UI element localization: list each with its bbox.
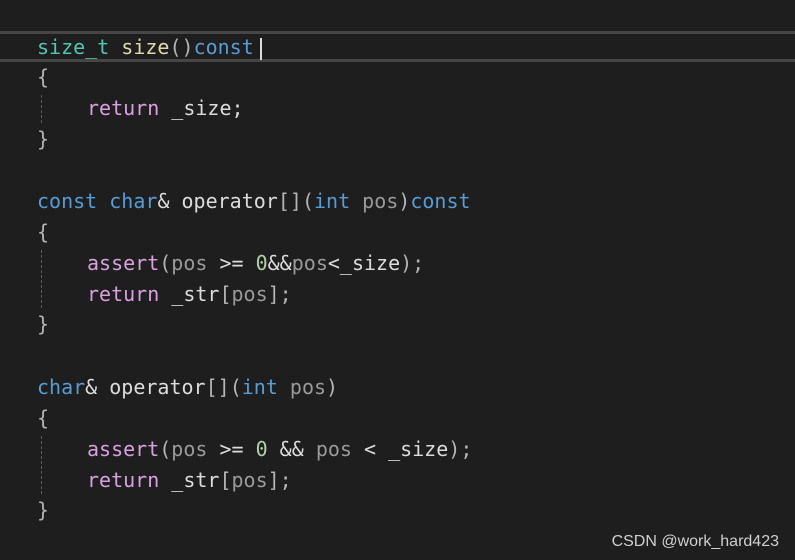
text-cursor [259,37,262,60]
code-line-8[interactable]: assert(pos >= 0&&pos<_size); [37,248,424,279]
code-line-2[interactable]: { [37,62,49,93]
code-line-3[interactable]: return _size; [37,93,244,124]
code-line-7[interactable]: { [37,217,49,248]
code-line-6[interactable]: const char& operator[](int pos)const [37,186,471,217]
watermark: CSDN @work_hard423 [611,533,779,550]
code-line-1[interactable]: size_t size()const [37,32,262,63]
code-line-14[interactable]: assert(pos >= 0 && pos < _size); [37,434,472,465]
code-line-4[interactable]: } [37,124,49,155]
code-line-13[interactable]: { [37,403,49,434]
code-line-16[interactable]: } [37,495,49,526]
code-line-12[interactable]: char& operator[](int pos) [37,372,338,403]
code-line-10[interactable]: } [37,309,49,340]
code-editor[interactable]: size_t size()const { return _size; } con… [0,0,795,560]
code-line-15[interactable]: return _str[pos]; [37,465,292,496]
code-line-9[interactable]: return _str[pos]; [37,279,292,310]
